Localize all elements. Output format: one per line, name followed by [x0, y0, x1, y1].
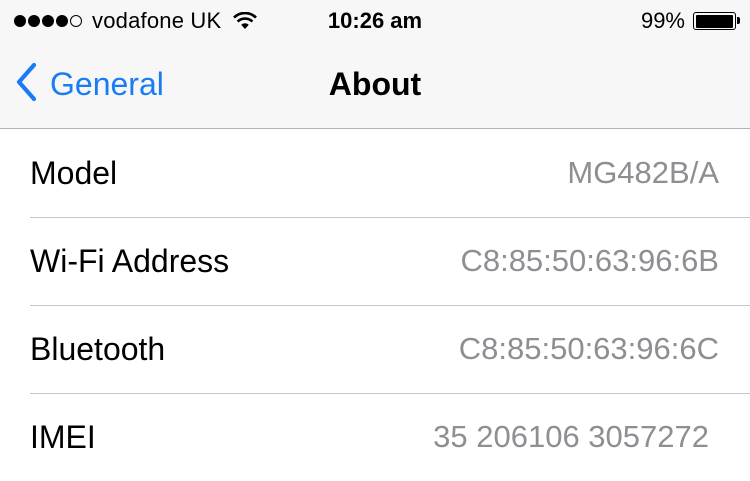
row-label: Bluetooth [30, 330, 166, 367]
list-item-wifi-address[interactable]: Wi-Fi Address C8:85:50:63:96:6B [0, 217, 750, 305]
list-item-model[interactable]: Model MG482B/A [0, 129, 750, 217]
about-list: Model MG482B/A Wi-Fi Address C8:85:50:63… [0, 129, 750, 481]
battery-icon [693, 12, 740, 30]
row-value: C8:85:50:63:96:6C [458, 331, 719, 366]
row-label: IMEI [30, 418, 96, 455]
battery-nub [737, 17, 740, 24]
navigation-bar: General About [0, 40, 750, 128]
row-value: 35 206106 3057272 [433, 419, 709, 454]
page-title: About [328, 66, 422, 102]
status-bar: vodafone UK 10:26 am 99% [0, 0, 750, 40]
list-item-bluetooth[interactable]: Bluetooth C8:85:50:63:96:6C [0, 305, 750, 393]
row-value: MG482B/A [567, 155, 719, 190]
battery-indicator: 99% [640, 7, 740, 35]
row-value: C8:85:50:63:96:6B [460, 243, 719, 278]
list-item-imei[interactable]: IMEI 35 206106 3057272 [0, 393, 750, 481]
battery-fill [695, 14, 734, 28]
row-label: Wi-Fi Address [30, 242, 230, 279]
row-label: Model [30, 154, 118, 191]
top-bar: vodafone UK 10:26 am 99% General About [0, 0, 750, 129]
status-time: 10:26 am [327, 8, 423, 33]
battery-percent: 99% [640, 8, 685, 33]
